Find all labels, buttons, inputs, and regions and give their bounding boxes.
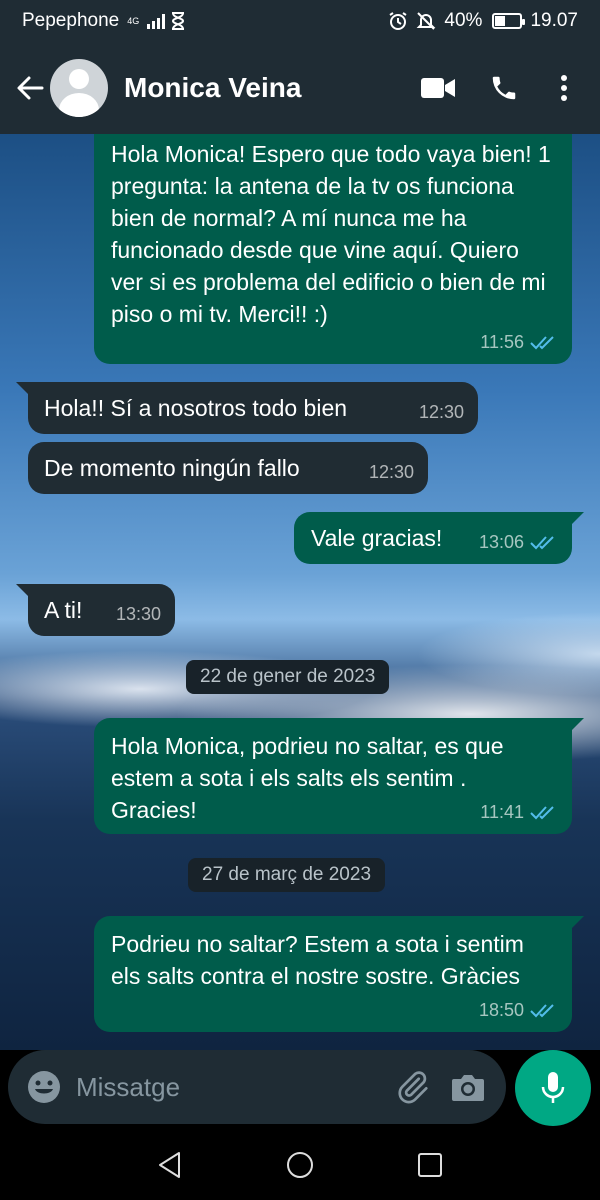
- message-time: 11:56: [480, 332, 524, 352]
- bubble-tail: [570, 718, 584, 732]
- message-text: Hola Monica! Espero que todo vaya bien! …: [111, 141, 551, 327]
- message-time: 18:50: [478, 1000, 524, 1020]
- bubble-tail: [570, 512, 584, 526]
- clock: 19.07: [530, 10, 578, 31]
- carrier-name: Pepephone: [22, 10, 120, 31]
- voice-call-button[interactable]: [478, 62, 530, 114]
- message-meta: 12:30: [369, 456, 414, 488]
- message-time: 13:30: [115, 604, 161, 624]
- chat-header: Monica Veina: [0, 42, 600, 134]
- message-outgoing[interactable]: Hola Monica! Espero que todo vaya bien! …: [94, 134, 572, 364]
- read-ticks-icon: [530, 806, 554, 820]
- emoji-icon: [28, 1071, 60, 1103]
- system-nav-bar: [0, 1130, 600, 1200]
- hourglass-icon: [172, 12, 185, 30]
- alarm-icon: [389, 12, 407, 30]
- back-button[interactable]: [10, 68, 50, 108]
- voice-message-button[interactable]: [515, 1050, 591, 1126]
- message-input[interactable]: Missatge: [76, 1072, 384, 1103]
- more-options-button[interactable]: [538, 62, 590, 114]
- paperclip-icon: [398, 1071, 428, 1104]
- read-ticks-icon: [530, 536, 554, 550]
- video-call-button[interactable]: [412, 62, 464, 114]
- input-bar: Missatge: [0, 1050, 600, 1128]
- date-separator: 22 de gener de 2023: [186, 660, 390, 694]
- message-outgoing[interactable]: Vale gracias! 13:06: [294, 512, 584, 564]
- nav-back-button[interactable]: [150, 1145, 190, 1185]
- bubble-tail: [16, 382, 30, 396]
- microphone-icon: [541, 1072, 565, 1103]
- message-time: 11:41: [480, 802, 524, 822]
- read-ticks-icon: [530, 1004, 554, 1018]
- chat-area[interactable]: Hola Monica! Espero que todo vaya bien! …: [0, 134, 600, 1050]
- message-meta: 12:30: [419, 396, 464, 428]
- message-text: Hola!! Sí a nosotros todo bien: [44, 395, 348, 421]
- message-meta: 18:50: [479, 994, 558, 1026]
- contact-name[interactable]: Monica Veina: [124, 72, 412, 104]
- signal-icon: [147, 13, 166, 29]
- nav-recents-button[interactable]: [410, 1145, 450, 1185]
- message-time: 12:30: [368, 462, 414, 482]
- read-ticks-icon: [530, 336, 554, 350]
- phone-icon: [492, 76, 516, 100]
- mute-bell-icon: [417, 12, 436, 30]
- message-text: Vale gracias!: [311, 525, 443, 551]
- message-meta: 11:41: [480, 796, 558, 828]
- bubble-tail: [570, 916, 584, 930]
- message-text: A ti!: [44, 597, 83, 623]
- video-camera-icon: [421, 78, 455, 98]
- message-compose[interactable]: Missatge: [8, 1050, 506, 1124]
- message-text: Podrieu no saltar? Estem a sota i sentim…: [111, 931, 524, 989]
- network-type: 4G: [127, 15, 140, 26]
- status-bar: Pepephone 4G 40% 19.07: [0, 0, 600, 42]
- message-meta: 13:30: [116, 598, 161, 630]
- nav-recents-icon: [418, 1153, 442, 1177]
- avatar[interactable]: [50, 59, 108, 117]
- camera-button[interactable]: [440, 1059, 496, 1115]
- message-outgoing[interactable]: Hola Monica, podrieu no saltar, es que e…: [94, 718, 584, 834]
- message-incoming[interactable]: De momento ningún fallo 12:30: [28, 442, 428, 494]
- message-incoming[interactable]: Hola!! Sí a nosotros todo bien 12:30: [16, 382, 478, 434]
- message-text: Hola Monica, podrieu no saltar, es que e…: [111, 733, 504, 823]
- camera-icon: [452, 1075, 484, 1101]
- bubble-tail: [16, 584, 30, 598]
- more-vertical-icon: [561, 75, 567, 101]
- message-time: 13:06: [478, 532, 524, 552]
- message-meta: 13:06: [479, 526, 558, 558]
- battery-icon: [492, 13, 526, 29]
- date-separator: 27 de març de 2023: [188, 858, 386, 892]
- nav-home-icon: [287, 1152, 313, 1178]
- message-incoming[interactable]: A ti! 13:30: [16, 584, 175, 636]
- back-arrow-icon: [17, 76, 44, 100]
- nav-home-button[interactable]: [280, 1145, 320, 1185]
- attach-button[interactable]: [384, 1059, 440, 1115]
- emoji-button[interactable]: [16, 1059, 72, 1115]
- message-outgoing[interactable]: Podrieu no saltar? Estem a sota i sentim…: [94, 916, 584, 1032]
- message-text: De momento ningún fallo: [44, 455, 300, 481]
- message-meta: 11:56: [480, 326, 558, 358]
- battery-percent: 40%: [444, 10, 483, 31]
- message-time: 12:30: [418, 402, 464, 422]
- nav-back-icon: [159, 1152, 180, 1178]
